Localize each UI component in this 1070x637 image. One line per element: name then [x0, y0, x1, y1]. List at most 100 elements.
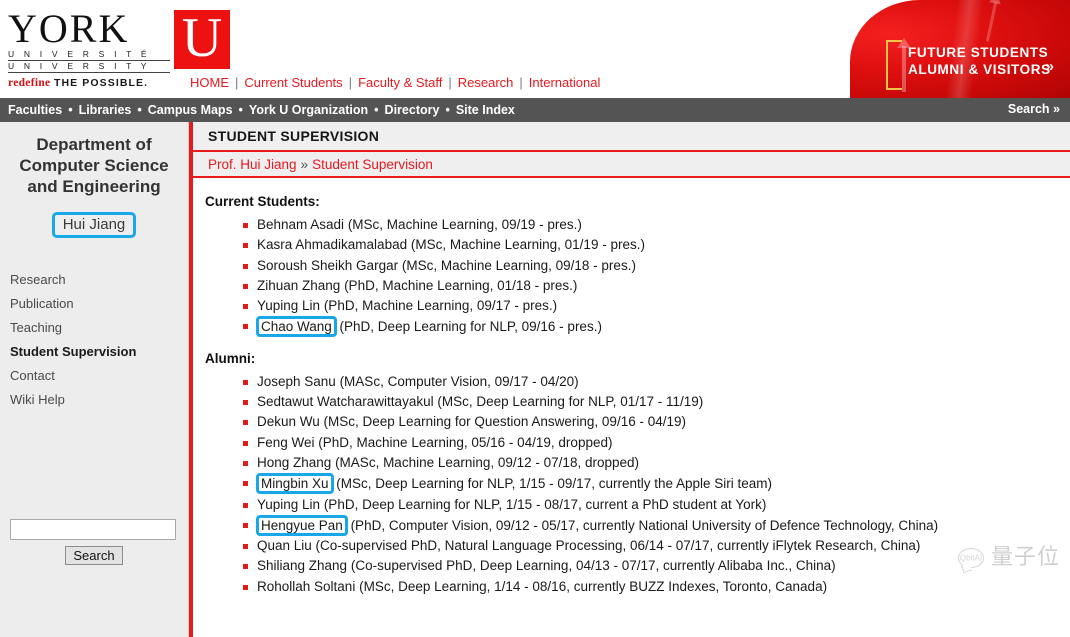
- site-banner: FUTURE STUDENTS ALUMNI & VISITORS » YORK…: [0, 0, 1070, 98]
- alumnus-detail: (PhD, Machine Learning, 05/16 - 04/19, d…: [314, 434, 613, 450]
- top-link-separator-4: |: [519, 75, 523, 90]
- nav-search-link[interactable]: Search »: [1008, 102, 1060, 116]
- alumnus-detail: (MASc, Machine Learning, 09/12 - 07/18, …: [331, 454, 639, 470]
- top-link-research[interactable]: Research: [458, 75, 514, 90]
- breadcrumb: Prof. Hui Jiang » Student Supervision: [193, 152, 1070, 178]
- nav-bullet-4: •: [374, 103, 379, 117]
- nav-bullet-1: •: [68, 103, 73, 117]
- current-student-detail: (PhD, Machine Learning, 01/18 - pres.): [340, 277, 578, 293]
- current-student-detail: (PhD, Machine Learning, 09/17 - pres.): [320, 298, 558, 314]
- list-item: Hengyue Pan (PhD, Computer Vision, 09/12…: [243, 514, 1070, 536]
- nav-bullet-3: •: [238, 103, 243, 117]
- nav-bullet-2: •: [137, 103, 142, 117]
- future-students-banner[interactable]: FUTURE STUDENTS ALUMNI & VISITORS »: [850, 0, 1070, 98]
- search-input[interactable]: [10, 519, 176, 540]
- list-item: Rohollah Soltani (MSc, Deep Learning, 1/…: [243, 577, 1070, 597]
- current-student-name: Behnam Asadi: [257, 217, 345, 232]
- list-item: Quan Liu (Co-supervised PhD, Natural Lan…: [243, 536, 1070, 556]
- alumnus-name: Dekun Wu: [257, 414, 320, 430]
- logo-subtitle-lines: U N I V E R S I T É U N I V E R S I T Y: [8, 49, 170, 73]
- page-header: STUDENT SUPERVISION: [193, 122, 1070, 152]
- nav-item-faculties[interactable]: Faculties: [8, 103, 62, 117]
- alumnus-detail: (MSc, Deep Learning, 1/14 - 08/16, curre…: [355, 578, 828, 594]
- breadcrumb-parent-link[interactable]: Prof. Hui Jiang: [208, 157, 297, 172]
- page-title: STUDENT SUPERVISION: [208, 128, 380, 144]
- nav-item-libraries[interactable]: Libraries: [79, 103, 132, 117]
- arrow-decoration-icon: [897, 38, 911, 92]
- logo-subtitle-french: U N I V E R S I T É: [8, 49, 170, 61]
- nav-item-directory[interactable]: Directory: [385, 103, 440, 117]
- breadcrumb-separator-icon: »: [300, 156, 309, 172]
- current-student-name[interactable]: Chao Wang: [256, 316, 337, 338]
- content-area: Current Students: Behnam Asadi (MSc, Mac…: [193, 178, 1070, 597]
- alumnus-name: Rohollah Soltani: [257, 578, 356, 594]
- nav-item-campus-maps[interactable]: Campus Maps: [148, 103, 233, 117]
- logo-wordmark: YORK: [8, 6, 130, 51]
- top-link-separator-2: |: [348, 75, 353, 90]
- list-item: Sedtawut Watcharawittayakul (MSc, Deep L…: [243, 392, 1070, 412]
- list-item: Yuping Lin (PhD, Deep Learning for NLP, …: [243, 495, 1070, 515]
- list-item: Yuping Lin (PhD, Machine Learning, 09/17…: [243, 296, 1070, 316]
- alumnus-detail: (MSc, Deep Learning for Question Answeri…: [319, 414, 686, 430]
- list-item: Zihuan Zhang (PhD, Machine Learning, 01/…: [243, 276, 1070, 296]
- alumnus-name: Joseph Sanu: [257, 373, 336, 389]
- list-item: Dekun Wu (MSc, Deep Learning for Questio…: [243, 412, 1070, 432]
- nav-item-york-u-organization[interactable]: York U Organization: [249, 103, 368, 117]
- current-student-detail: (MSc, Machine Learning, 01/19 - pres.): [407, 237, 645, 253]
- department-title: Department of Computer Science and Engin…: [19, 135, 169, 196]
- sidebar-item-publication[interactable]: Publication: [10, 292, 188, 316]
- top-link-separator-1: |: [235, 75, 239, 90]
- professor-name-highlight[interactable]: Hui Jiang: [51, 212, 137, 238]
- current-student-name: Kasra Ahmadikamalabad: [257, 237, 408, 253]
- sidebar-menu: Research Publication Teaching Student Su…: [0, 268, 188, 412]
- top-links-row: HOME | Current Students | Faculty & Staff | Re…: [190, 75, 600, 90]
- alumni-list: Joseph Sanu (MASc, Computer Vision, 09/1…: [205, 372, 1070, 597]
- alumnus-name: Sedtawut Watcharawittayakul: [257, 394, 434, 410]
- current-students-heading: Current Students:: [205, 194, 320, 209]
- sidebar-search: Search: [10, 519, 178, 565]
- top-link-separator-3: |: [448, 75, 452, 90]
- page-body: Department of Computer Science and Engin…: [0, 122, 1070, 637]
- logo-u-mark-icon: U: [174, 6, 230, 69]
- list-item: Feng Wei (PhD, Machine Learning, 05/16 -…: [243, 433, 1070, 453]
- logo-u-letter: U: [181, 6, 223, 69]
- list-item: Mingbin Xu (MSc, Deep Learning for NLP, …: [243, 473, 1070, 495]
- current-student-detail: (MSc, Machine Learning, 09/18 - pres.): [398, 257, 636, 273]
- list-item: Soroush Sheikh Gargar (MSc, Machine Lear…: [243, 256, 1070, 276]
- sidebar-item-contact[interactable]: Contact: [10, 364, 188, 388]
- alumnus-name: Yuping Lin: [257, 496, 321, 512]
- search-button[interactable]: Search: [65, 546, 123, 565]
- alumnus-name: Feng Wei: [257, 434, 315, 450]
- top-link-home[interactable]: HOME: [190, 75, 229, 90]
- alumnus-detail: (PhD, Deep Learning for NLP, 1/15 - 08/1…: [320, 496, 767, 512]
- alumni-heading: Alumni:: [205, 350, 256, 366]
- sidebar-item-wiki-help[interactable]: Wiki Help: [10, 388, 188, 412]
- sidebar-item-teaching[interactable]: Teaching: [10, 316, 188, 340]
- logo-top-row: YORK U N I V E R S I T É U N I V E R S I…: [8, 6, 230, 73]
- list-item: Joseph Sanu (MASc, Computer Vision, 09/1…: [243, 372, 1070, 392]
- alumnus-name[interactable]: Hengyue Pan: [256, 514, 348, 536]
- alumnus-name[interactable]: Mingbin Xu: [256, 473, 334, 495]
- logo-subtitle-english: U N I V E R S I T Y: [8, 61, 170, 73]
- search-button-row: Search: [10, 546, 178, 565]
- top-link-international[interactable]: International: [529, 75, 601, 90]
- alumnus-detail: (Co-supervised PhD, Natural Language Pro…: [311, 538, 921, 554]
- top-link-faculty-staff[interactable]: Faculty & Staff: [358, 75, 442, 90]
- nav-item-site-index[interactable]: Site Index: [456, 103, 515, 117]
- current-students-list: Behnam Asadi (MSc, Machine Learning, 09/…: [205, 215, 1070, 338]
- main-content: STUDENT SUPERVISION Prof. Hui Jiang » St…: [189, 122, 1070, 637]
- list-item: Chao Wang (PhD, Deep Learning for NLP, 0…: [243, 316, 1070, 338]
- current-student-detail: (MSc, Machine Learning, 09/19 - pres.): [344, 217, 582, 232]
- professor-name-wrapper: Hui Jiang: [0, 212, 188, 238]
- chevron-right-icon[interactable]: »: [1046, 58, 1054, 75]
- alumnus-detail: (MASc, Computer Vision, 09/17 - 04/20): [335, 373, 579, 389]
- top-link-current-students[interactable]: Current Students: [244, 75, 342, 90]
- tagline-redefine: redefine: [8, 77, 51, 89]
- nav-bullet-5: •: [445, 103, 450, 117]
- future-students-cta[interactable]: FUTURE STUDENTS ALUMNI & VISITORS: [908, 44, 1051, 78]
- alumnus-detail: (MSc, Deep Learning for NLP, 1/15 - 09/1…: [332, 476, 773, 492]
- sidebar-item-student-supervision[interactable]: Student Supervision: [10, 340, 188, 364]
- list-item: Behnam Asadi (MSc, Machine Learning, 09/…: [243, 215, 1070, 235]
- sidebar-item-research[interactable]: Research: [10, 268, 188, 292]
- breadcrumb-current-link[interactable]: Student Supervision: [312, 157, 433, 172]
